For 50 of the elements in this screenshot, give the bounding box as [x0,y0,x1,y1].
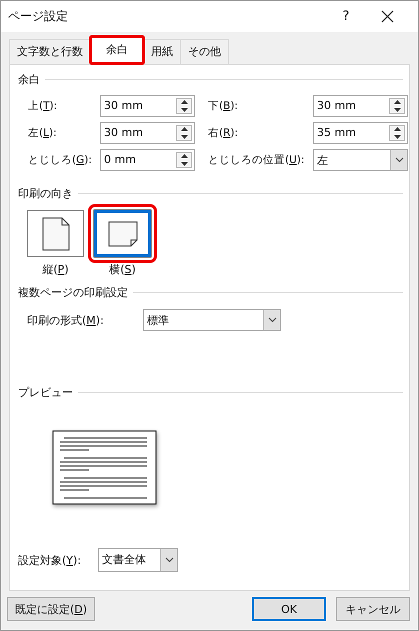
field-label: 上(T): [28,99,58,113]
chevron-down-icon [164,557,174,563]
spin-field[interactable]: 30 mm [100,122,195,144]
field-label: とじしろ(G): [28,153,93,167]
field-label: 右(R): [207,126,240,140]
dropdown-arrow-button[interactable] [263,310,280,330]
spin-field[interactable]: 35 mm [313,122,408,144]
field-label: 印刷の形式(M): [27,312,105,328]
spin-button[interactable] [176,98,192,114]
tab[interactable]: その他 [180,39,229,64]
orientation-button[interactable] [27,210,84,257]
dropdown[interactable]: 文書全体 [98,548,178,572]
spin-button[interactable] [389,98,405,114]
orientation-label: 縦(P) [42,262,69,277]
dropdown-arrow-button[interactable] [390,150,407,170]
orientation-label: 横(S) [109,262,136,277]
section-title: 印刷の向き [18,186,73,200]
up-down-arrows-icon [392,125,402,141]
field-label: とじしろの位置(U): [207,153,306,167]
help-button[interactable]: ? [331,9,361,24]
spin-field[interactable]: 30 mm [100,95,195,117]
field-label: 下(B): [207,99,239,113]
dropdown[interactable]: 左 [313,149,408,171]
field-label: 設定対象(Y): [18,552,82,568]
landscape-page-icon [108,220,138,246]
field-label: 左(L): [28,126,58,140]
dialog-button[interactable]: キャンセル [336,597,410,621]
spin-button[interactable] [389,125,405,141]
spin-button[interactable] [176,125,192,141]
window-title: ページ設定 [8,8,69,25]
up-down-arrows-icon [392,98,402,114]
chevron-down-icon [268,317,276,323]
up-down-arrows-icon [180,125,188,141]
tab[interactable]: 文字数と行数 [9,39,91,64]
chevron-down-icon [394,157,404,163]
section-title: プレビュー [18,384,73,400]
portrait-page-icon [40,216,70,250]
spin-field[interactable]: 30 mm [313,95,408,117]
spin-button[interactable] [176,152,192,168]
spin-field[interactable]: 0 mm [100,149,195,171]
up-down-arrows-icon [180,152,188,168]
dropdown[interactable]: 標準 [143,309,281,331]
up-down-arrows-icon [180,98,188,114]
dropdown-arrow-button[interactable] [160,549,177,571]
close-icon[interactable] [381,10,394,23]
tab[interactable]: 余白 [90,36,144,64]
dialog-button[interactable]: 既定に設定(D) [7,597,96,621]
dialog-button[interactable]: OK [252,597,326,621]
section-title: 余白 [18,72,40,86]
section-title: 複数ページの印刷設定 [18,284,128,300]
